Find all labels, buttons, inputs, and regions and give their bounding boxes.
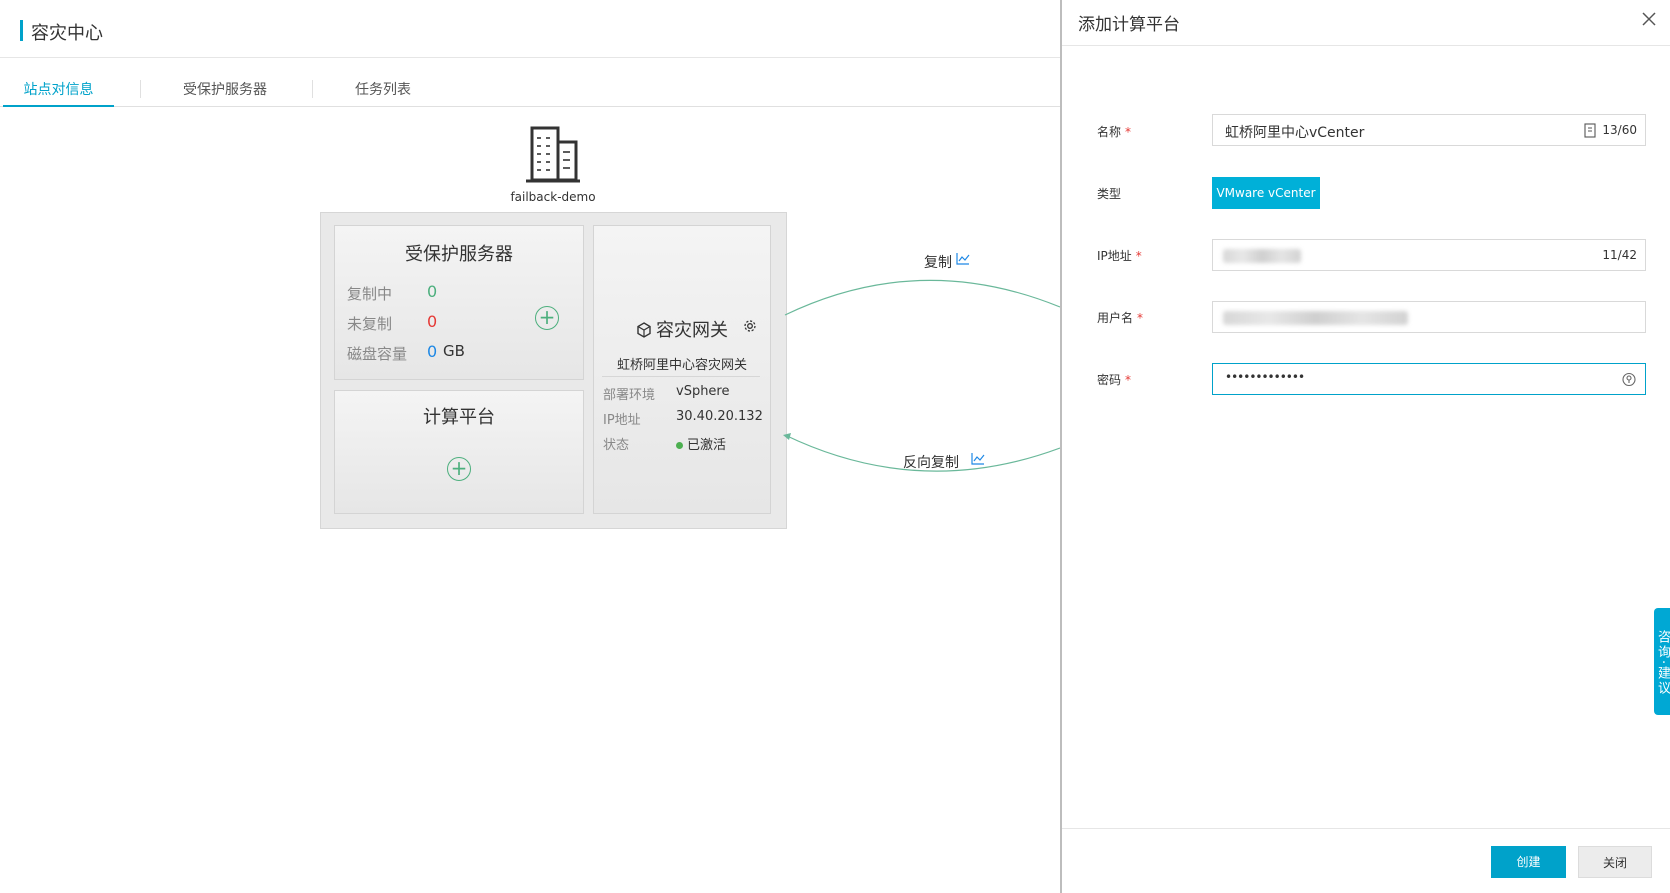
compute-platform-title: 计算平台 [423,407,495,428]
required-asterisk: * [1125,125,1132,139]
name-label: 名称 [1097,125,1122,139]
password-field-value: ••••••••••••• [1225,370,1305,384]
gateway-ip-label: IP地址 [603,413,641,428]
type-vmware-vcenter-button[interactable]: VMware vCenter [1212,177,1320,209]
replicate-trend-chart-icon[interactable] [956,252,970,265]
replicating-label: 复制中 [347,285,393,303]
status-label: 状态 [603,438,630,453]
ip-char-count: 11/42 [1602,248,1637,262]
disk-capacity-label: 磁盘容量 [347,345,408,363]
disk-capacity-value: 0 [427,342,438,361]
disk-capacity-unit: GB [443,342,465,360]
replicating-value: 0 [427,282,438,301]
add-compute-platform-plus-circle-icon[interactable]: + [447,457,471,481]
ip-label-row: IP地址 * [1097,247,1142,264]
protected-servers-title: 受保护服务器 [405,244,513,265]
replicate-label: 复制 [924,255,952,271]
name-char-count: 13/60 [1602,123,1637,137]
tab-protected-servers[interactable]: 受保护服务器 [160,78,290,107]
dr-gateway-panel: 容灾网关 虹桥阿里中心容灾网关 部署环境 vSphere IP地址 30.40.… [593,225,771,514]
name-label-row: 名称 * [1097,123,1131,140]
drawer-header: 添加计算平台 [1062,0,1670,46]
add-compute-platform-drawer: 添加计算平台 名称 * 虹桥阿里中心vCenter 13/60 类型 VMware… [1060,0,1670,893]
close-button[interactable]: 关闭 [1578,846,1652,878]
password-field[interactable]: ••••••••••••• [1212,363,1646,395]
gear-icon[interactable] [743,319,757,333]
compute-platform-panel: 计算平台 + [334,390,584,514]
ip-blurred-value [1223,249,1301,263]
status-value-row: 已激活 [676,434,726,453]
counter-icon [1584,123,1596,138]
main-header: 容灾中心 [0,0,1060,58]
name-field[interactable]: 虹桥阿里中心vCenter 13/60 [1212,114,1646,146]
required-asterisk: * [1125,373,1132,387]
gateway-ip-value: 30.40.20.132 [676,409,763,424]
username-blurred-value [1223,311,1408,325]
required-asterisk: * [1137,311,1144,325]
unreplicated-label: 未复制 [347,315,393,333]
gateway-icon [637,322,651,338]
unreplicated-value: 0 [427,312,438,331]
site-card: 受保护服务器 复制中 0 未复制 0 磁盘容量 0 GB + 计算平台 + 容灾… [320,212,787,529]
site-name: failback-demo [510,190,596,204]
drawer-footer: 创建 关闭 [1062,828,1670,893]
add-protected-server-plus-circle-icon[interactable]: + [535,306,559,330]
reverse-trend-chart-icon[interactable] [971,452,985,465]
gateway-subtitle: 虹桥阿里中心容灾网关 [616,358,747,373]
title-accent-bar [20,20,23,41]
protected-servers-panel: 受保护服务器 复制中 0 未复制 0 磁盘容量 0 GB + [334,225,584,380]
page: 容灾中心 站点对信息 受保护服务器 任务列表 failback-demo 受保护… [0,0,1670,893]
required-asterisk: * [1135,249,1142,263]
password-label: 密码 [1097,373,1122,387]
gateway-title: 容灾网关 [656,320,728,341]
tab-task-list[interactable]: 任务列表 [333,78,433,107]
close-icon[interactable] [1638,8,1660,30]
drawer-title: 添加计算平台 [1078,15,1180,35]
type-label: 类型 [1097,187,1122,201]
tab-site-pair-info[interactable]: 站点对信息 [3,78,114,107]
gateway-divider [602,376,760,377]
main-area: 容灾中心 站点对信息 受保护服务器 任务列表 failback-demo 受保护… [0,0,1060,893]
create-button[interactable]: 创建 [1491,846,1566,878]
deploy-env-label: 部署环境 [603,388,656,403]
building-icon [526,126,580,183]
name-field-value: 虹桥阿里中心vCenter [1225,125,1365,141]
tab-bar: 站点对信息 受保护服务器 任务列表 [0,78,1060,107]
tab-divider [312,80,313,98]
status-value: 已激活 [687,438,727,453]
username-label-row: 用户名 * [1097,309,1143,326]
reverse-replicate-label: 反向复制 [903,455,959,471]
feedback-float-tab[interactable]: 咨询·建议 [1654,608,1670,715]
tab-divider [140,80,141,98]
username-field[interactable] [1212,301,1646,333]
deploy-env-value: vSphere [676,384,730,399]
status-dot-icon [676,442,683,449]
page-title: 容灾中心 [31,23,103,44]
ip-address-field[interactable]: 11/42 [1212,239,1646,271]
eye-icon[interactable] [1622,372,1636,387]
ip-label: IP地址 [1097,249,1132,263]
username-label: 用户名 [1097,311,1134,325]
password-label-row: 密码 * [1097,371,1131,388]
